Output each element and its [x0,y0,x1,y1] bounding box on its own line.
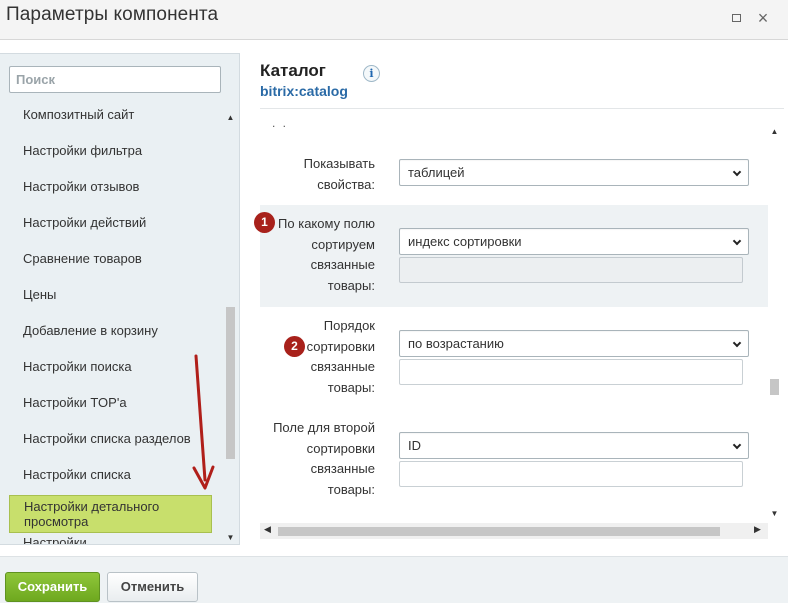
sidebar-scrollbar[interactable]: ▲ ▼ [224,109,237,544]
second-sort-field-select[interactable]: ID [399,432,749,459]
chevron-down-icon [732,440,742,450]
sidebar-scroll-thumb[interactable] [226,307,235,459]
scroll-up-icon[interactable]: ▲ [768,127,781,136]
select-value: таблицей [408,165,465,180]
scroll-left-icon[interactable]: ◀ [264,524,271,535]
chevron-down-icon [732,338,742,348]
header-divider [260,108,784,109]
sidebar-item-reviews[interactable]: Настройки отзывов [23,179,213,194]
panel-vertical-scrollbar[interactable]: ▲ ▼ [768,125,781,521]
sidebar-item-actions[interactable]: Настройки действий [23,215,213,230]
select-value: индекс сортировки [408,234,522,249]
select-value: ID [408,438,421,453]
chevron-down-icon [732,236,742,246]
info-icon[interactable]: i [363,65,380,82]
field-label-second-sort: Поле для второй сортировки связанные тов… [273,420,375,497]
panel-scroll-thumb[interactable] [770,379,779,395]
search-input[interactable] [9,66,221,93]
truncated-indicator: . . [272,116,289,130]
sidebar-item-compare[interactable]: Сравнение товаров [23,251,213,266]
sort-field-custom-input[interactable] [399,257,743,283]
field-label-sort-field: По какому полю сортируем связанные товар… [278,216,375,293]
show-properties-select[interactable]: таблицей [399,159,749,186]
component-code: bitrix:catalog [260,83,348,99]
sidebar-item-detail[interactable]: Настройки детального просмотра [9,495,212,533]
sort-order-select[interactable]: по возрастанию [399,330,749,357]
second-sort-custom-input[interactable] [399,461,743,487]
annotation-arrow-icon [192,354,215,490]
scroll-up-icon[interactable]: ▲ [224,113,237,122]
window-title: Параметры компонента [6,4,219,25]
panel-horizontal-scrollbar[interactable]: ◀ ▶ [260,523,768,539]
maximize-icon[interactable] [727,9,745,27]
chevron-down-icon [732,167,742,177]
sidebar-item-filter[interactable]: Настройки фильтра [23,143,213,158]
scroll-down-icon[interactable]: ▼ [224,533,237,542]
sort-order-custom-input[interactable] [399,359,743,385]
field-label-show-properties: Показывать свойства: [303,156,375,192]
select-value: по возрастанию [408,336,504,351]
sidebar-item-composite[interactable]: Композитный сайт [23,107,213,122]
scroll-down-icon[interactable]: ▼ [768,509,781,518]
cancel-button[interactable]: Отменить [107,572,198,602]
sidebar-item-more[interactable]: Настройки... [23,535,213,544]
field-label-sort-order: Порядок сортировки связанные товары: [306,318,375,395]
panel-hscroll-thumb[interactable] [278,527,720,536]
window-titlebar: Параметры компонента × [0,0,788,40]
close-icon[interactable]: × [754,9,772,27]
sidebar-item-add-to-cart[interactable]: Добавление в корзину [23,323,213,338]
sidebar-item-prices[interactable]: Цены [23,287,213,302]
component-title: Каталог [260,61,326,80]
scroll-right-icon[interactable]: ▶ [754,524,761,535]
sort-field-select[interactable]: индекс сортировки [399,228,749,255]
save-button[interactable]: Сохранить [5,572,100,602]
